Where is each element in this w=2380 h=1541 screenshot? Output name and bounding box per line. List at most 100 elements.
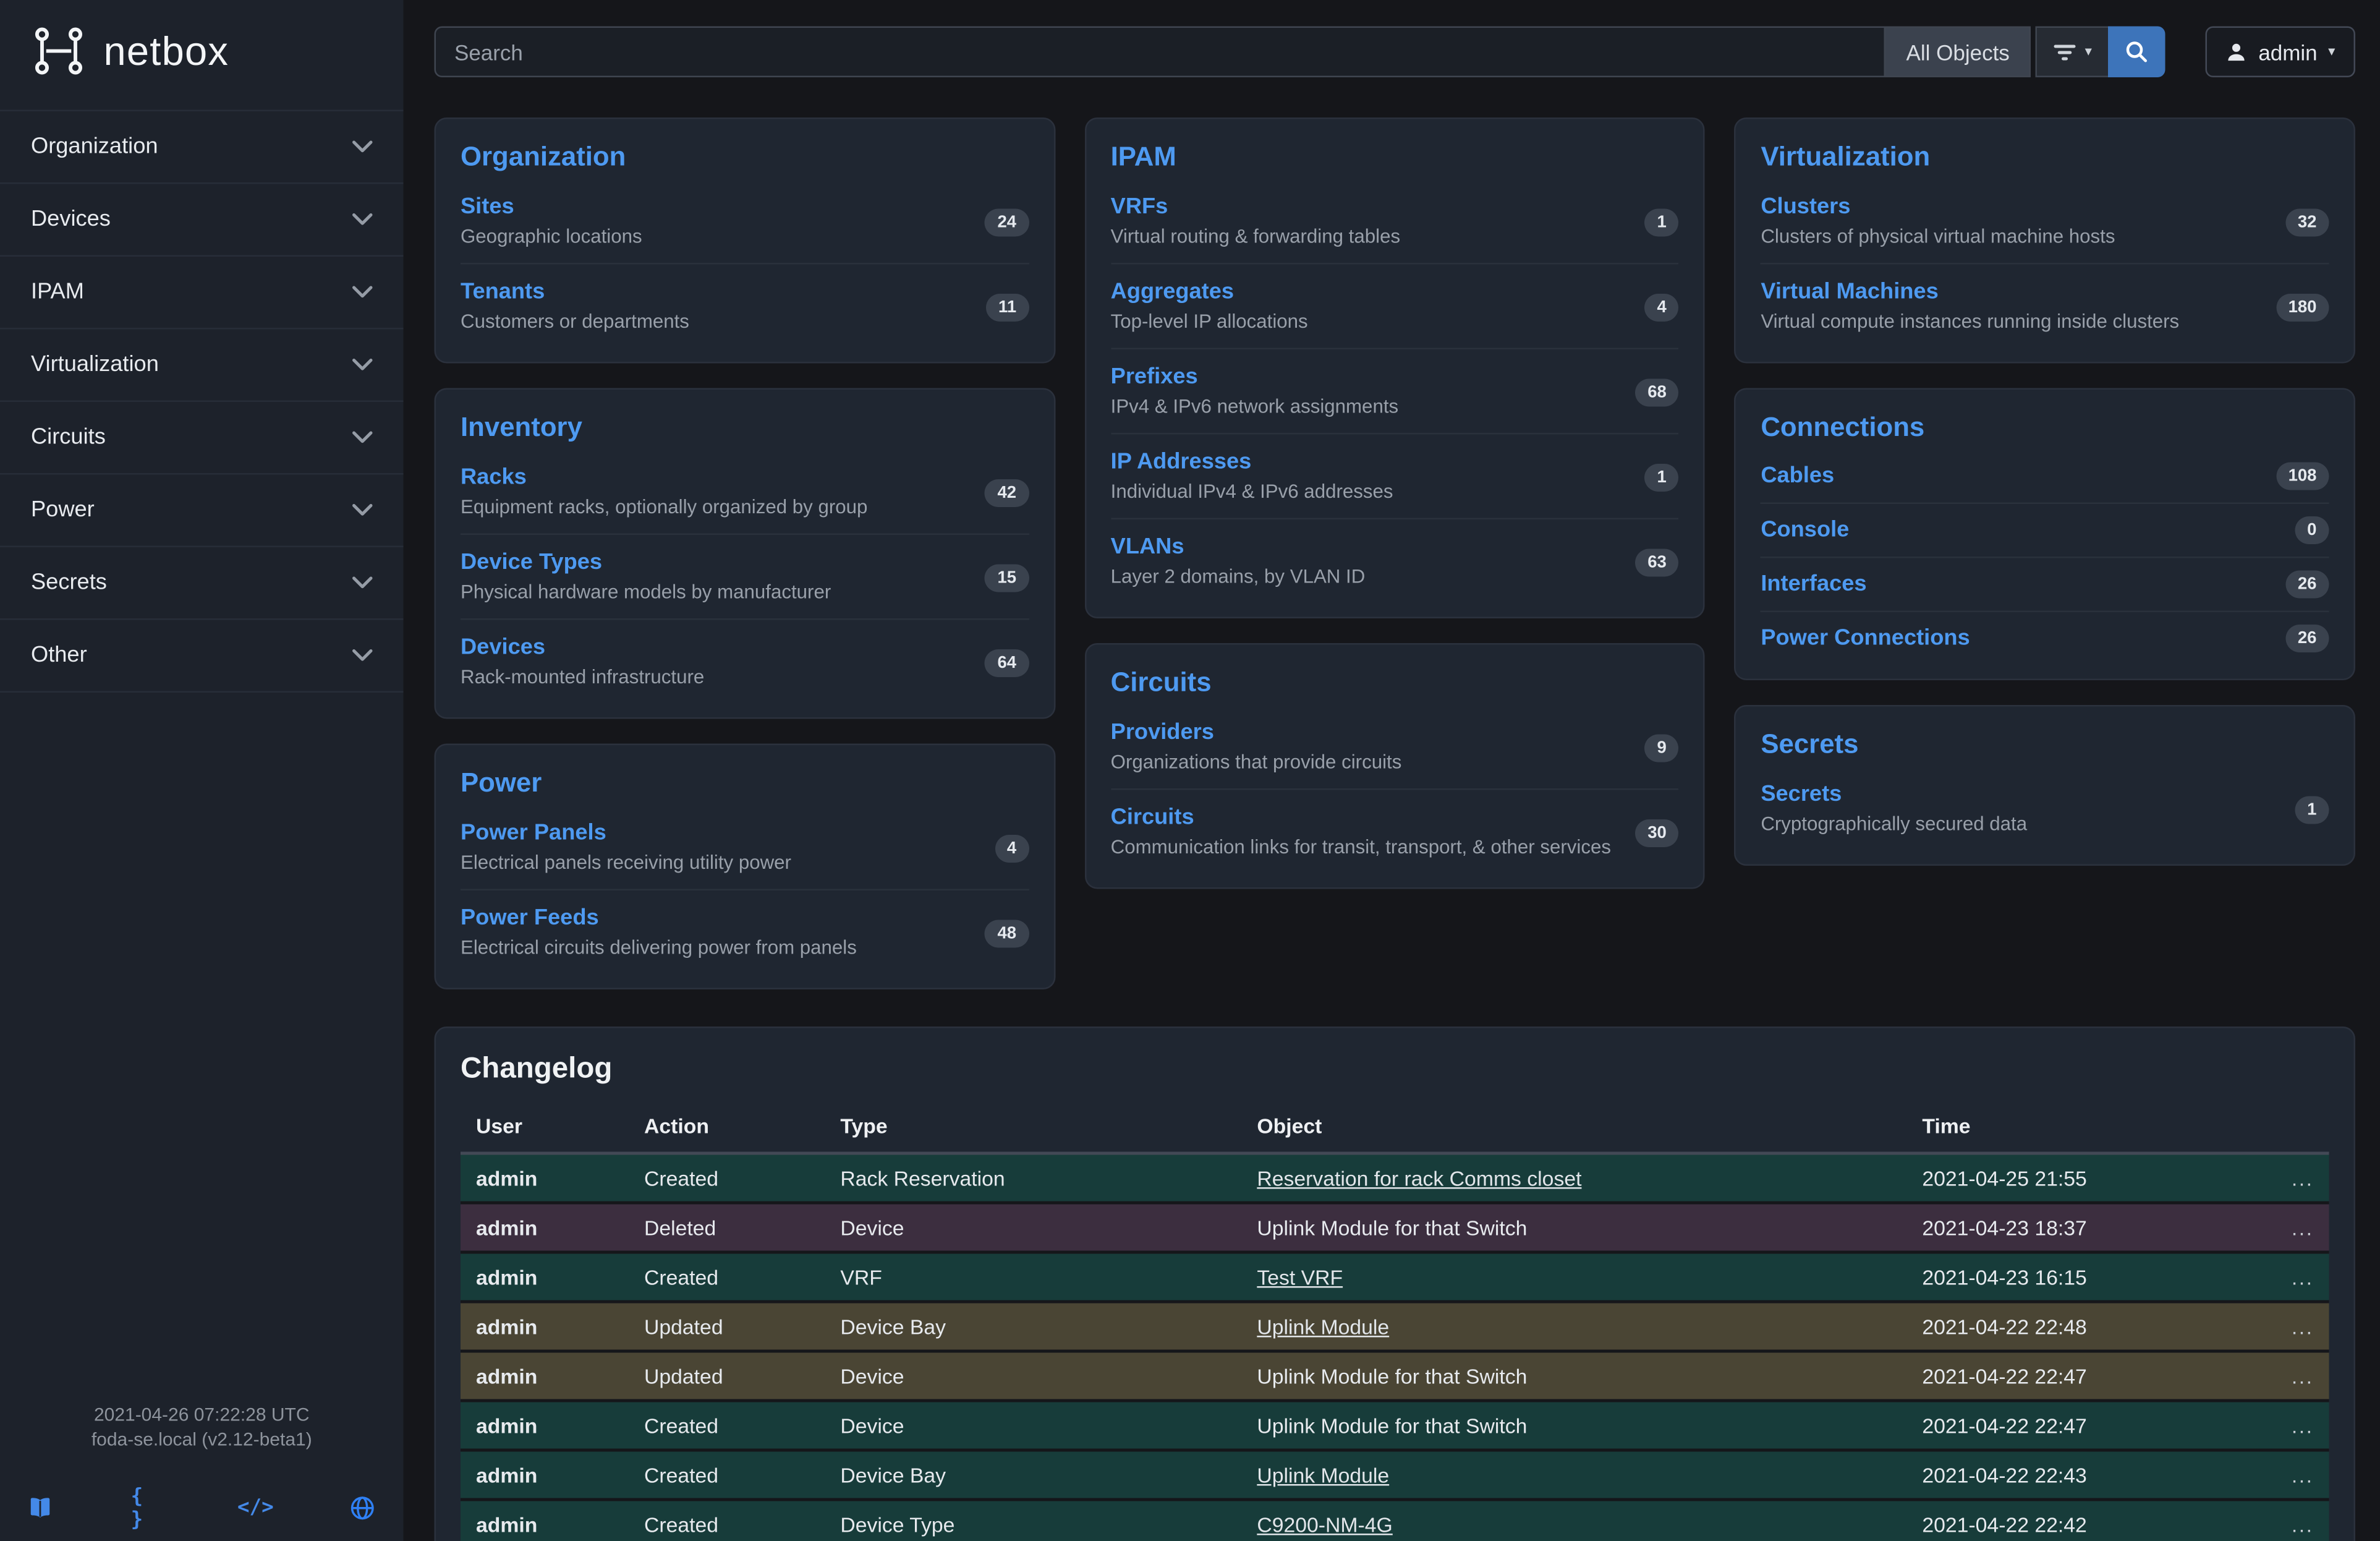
changelog-row: adminUpdatedDeviceUplink Module for that… [461, 1351, 2329, 1401]
card-item-text: Device TypesPhysical hardware models by … [461, 549, 831, 607]
count-badge: 30 [1635, 819, 1679, 847]
card-item-link[interactable]: Virtual Machines [1761, 280, 1938, 305]
card-item: Interfaces 26 [1761, 557, 2329, 611]
community-globe-icon[interactable] [346, 1495, 380, 1522]
changelog-object-link[interactable]: Uplink Module [1257, 1463, 1389, 1487]
card-item-link[interactable]: Sites [461, 195, 514, 220]
row-actions-button[interactable]: ... [2273, 1153, 2329, 1203]
changelog-user-cell: admin [461, 1252, 629, 1302]
count-badge: 15 [985, 563, 1029, 591]
card-item-link[interactable]: Device Types [461, 550, 602, 575]
logo-text: netbox [104, 27, 229, 75]
changelog-object-link[interactable]: Reservation for rack Comms closet [1257, 1166, 1581, 1190]
card-title: Secrets [1761, 728, 2329, 761]
footer-host: foda-se.local (v2.12-beta1) [0, 1427, 404, 1451]
sidebar-item-ipam[interactable]: IPAM [0, 255, 404, 328]
count-badge: 26 [2285, 571, 2329, 599]
card-item-link[interactable]: Racks [461, 466, 527, 490]
row-actions-button[interactable]: ... [2273, 1302, 2329, 1351]
card-list: SitesGeographic locations24TenantsCustom… [461, 179, 1029, 348]
card-item-link[interactable]: Circuits [1111, 806, 1194, 830]
card-item: Circuits Communication links for transit,… [1111, 788, 1679, 874]
code-brackets-icon[interactable]: </> [239, 1495, 273, 1522]
sidebar-item-label: IPAM [31, 280, 84, 305]
card-item-subtitle: Communication links for transit, transpo… [1111, 835, 1611, 861]
chevron-down-icon: ▾ [2085, 45, 2092, 59]
sidebar-item-secrets[interactable]: Secrets [0, 546, 404, 619]
changelog-action-cell: Created [629, 1252, 825, 1302]
changelog-row: adminCreatedDevice TypeC9200-NM-4G2021-0… [461, 1500, 2329, 1541]
card-item-text: Interfaces [1761, 570, 1866, 599]
count-badge: 32 [2285, 208, 2329, 236]
count-badge: 24 [985, 208, 1029, 236]
card-item: Secrets Cryptographically secured data 1 [1761, 767, 2329, 850]
card-item-link[interactable]: VLANs [1111, 535, 1184, 560]
card-item-link[interactable]: Cables [1761, 463, 1834, 488]
card-item: SitesGeographic locations24 [461, 179, 1029, 263]
card-item-link[interactable]: Console [1761, 517, 1849, 542]
search-input[interactable] [435, 27, 1887, 78]
chevron-down-icon [352, 504, 373, 516]
chevron-down-icon [352, 213, 373, 226]
sidebar-item-organization[interactable]: Organization [0, 110, 404, 183]
sidebar-item-circuits[interactable]: Circuits [0, 401, 404, 474]
changelog-object-link[interactable]: C9200-NM-4G [1257, 1513, 1392, 1536]
changelog-time-cell: 2021-04-22 22:48 [1906, 1302, 2272, 1351]
sidebar-item-power[interactable]: Power [0, 473, 404, 546]
row-actions-button[interactable]: ... [2273, 1401, 2329, 1450]
card-item-subtitle: Equipment racks, optionally organized by… [461, 495, 867, 521]
card-item-link[interactable]: Interfaces [1761, 571, 1866, 596]
row-actions-button[interactable]: ... [2273, 1500, 2329, 1541]
user-menu-button[interactable]: admin ▾ [2206, 27, 2355, 78]
card-item-link[interactable]: Providers [1111, 720, 1214, 745]
card-item-link[interactable]: Prefixes [1111, 365, 1198, 390]
changelog-time-cell: 2021-04-22 22:47 [1906, 1401, 2272, 1450]
card-item-link[interactable]: IP Addresses [1111, 450, 1252, 475]
sidebar-item-virtualization[interactable]: Virtualization [0, 328, 404, 401]
row-actions-button[interactable]: ... [2273, 1450, 2329, 1500]
changelog-user-cell: admin [461, 1450, 629, 1500]
card-item-link[interactable]: Tenants [461, 280, 545, 305]
changelog-time-cell: 2021-04-23 16:15 [1906, 1252, 2272, 1302]
row-actions-button[interactable]: ... [2273, 1203, 2329, 1252]
changelog-object-link[interactable]: Uplink Module [1257, 1315, 1389, 1338]
changelog-user-cell: admin [461, 1203, 629, 1252]
sidebar-item-label: Organization [31, 135, 158, 160]
api-braces-icon[interactable]: { } [131, 1495, 165, 1522]
sidebar-item-other[interactable]: Other [0, 618, 404, 693]
card-item-link[interactable]: Power Panels [461, 821, 606, 846]
row-actions-button[interactable]: ... [2273, 1351, 2329, 1401]
search-group: All Objects ▾ [435, 27, 2166, 78]
search-scope-button[interactable]: All Objects [1885, 27, 2031, 78]
changelog-object-cell: Uplink Module for that Switch [1241, 1401, 1906, 1450]
card-item-link[interactable]: Clusters [1761, 195, 1850, 220]
changelog-column-header: Type [825, 1106, 1241, 1154]
chevron-down-icon [352, 577, 373, 589]
changelog-object-text: Uplink Module for that Switch [1257, 1414, 1527, 1437]
search-filter-button[interactable]: ▾ [2036, 27, 2110, 78]
row-actions-button[interactable]: ... [2273, 1252, 2329, 1302]
card-item-link[interactable]: Power Feeds [461, 906, 599, 931]
search-submit-button[interactable] [2109, 27, 2166, 78]
card-item-link[interactable]: Aggregates [1111, 280, 1234, 305]
card-item-text: ProvidersOrganizations that provide circ… [1111, 719, 1402, 777]
card-item-text: Power PanelsElectrical panels receiving … [461, 819, 791, 877]
card-item-subtitle: Cryptographically secured data [1761, 812, 2027, 839]
card-item-link[interactable]: Power Connections [1761, 625, 1970, 650]
card-list: Cables108Console0Interfaces26Power Conne… [1761, 450, 2329, 665]
changelog-action-cell: Created [629, 1401, 825, 1450]
card-item-link[interactable]: Secrets [1761, 782, 1842, 807]
netbox-logo[interactable]: netbox [0, 0, 404, 95]
card-item-text: Circuits Communication links for transit,… [1111, 804, 1611, 861]
sidebar-item-devices[interactable]: Devices [0, 182, 404, 255]
card-item: PrefixesIPv4 & IPv6 network assignments6… [1111, 348, 1679, 433]
count-badge: 9 [1645, 733, 1679, 761]
dashboard-column-2: IPAM VRFsVirtual routing & forwarding ta… [1084, 117, 1705, 989]
count-badge: 1 [2295, 795, 2329, 823]
changelog-action-cell: Updated [629, 1302, 825, 1351]
card-item-link[interactable]: Devices [461, 636, 545, 660]
card-item-link[interactable]: VRFs [1111, 195, 1168, 220]
card-title: Connections [1761, 411, 2329, 444]
changelog-object-link[interactable]: Test VRF [1257, 1265, 1343, 1289]
docs-book-icon[interactable] [23, 1495, 57, 1522]
